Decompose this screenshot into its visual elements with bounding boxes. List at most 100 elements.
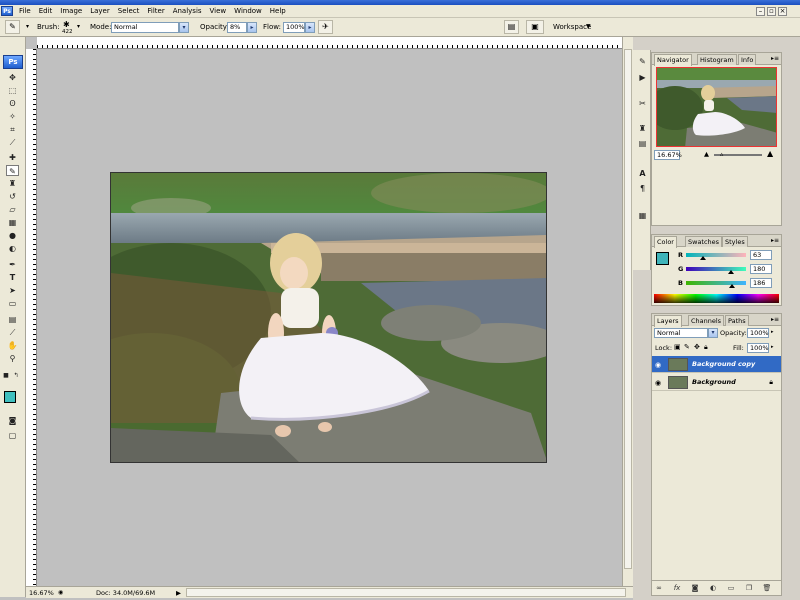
- minimize-icon[interactable]: –: [756, 7, 765, 16]
- red-slider-thumb[interactable]: [700, 256, 706, 260]
- status-options-icon[interactable]: ◉: [58, 588, 63, 598]
- horizontal-scrollbar[interactable]: [186, 588, 626, 597]
- zoom-tool-icon[interactable]: ⚲: [6, 353, 19, 364]
- gradient-tool-icon[interactable]: ▦: [6, 217, 19, 228]
- red-slider[interactable]: R 63: [678, 250, 778, 261]
- new-group-icon[interactable]: ▭: [726, 583, 736, 593]
- slice-tool-icon[interactable]: ⟋: [6, 137, 19, 148]
- layer-opacity-input[interactable]: 100%: [747, 328, 769, 338]
- tool-presets-dock-icon[interactable]: ▶: [636, 72, 649, 84]
- tab-histogram[interactable]: Histogram: [697, 54, 737, 65]
- history-brush-tool-icon[interactable]: ↺: [6, 191, 19, 202]
- bridge-icon[interactable]: ▣: [526, 20, 544, 34]
- color-ramp[interactable]: [654, 294, 779, 303]
- tab-swatches[interactable]: Swatches: [685, 236, 723, 247]
- menu-file[interactable]: File: [15, 5, 35, 18]
- layer-style-icon[interactable]: fx: [672, 583, 682, 593]
- visibility-eye-icon[interactable]: ◉: [655, 379, 661, 387]
- scroll-thumb[interactable]: [624, 49, 632, 569]
- lock-transparency-icon[interactable]: ▣: [674, 343, 681, 351]
- visibility-eye-icon[interactable]: ◉: [655, 361, 661, 369]
- actions-dock-icon[interactable]: ✂: [636, 98, 649, 110]
- blend-mode-dropdown-icon[interactable]: ▾: [708, 328, 718, 338]
- lock-all-icon[interactable]: 🔒︎: [704, 343, 708, 352]
- clone-source-dock-icon[interactable]: ♜: [636, 123, 649, 135]
- menu-select[interactable]: Select: [114, 5, 144, 18]
- healing-brush-tool-icon[interactable]: ✚: [6, 152, 19, 163]
- layer-row-background[interactable]: ◉ Background 🔒︎: [652, 374, 781, 391]
- path-selection-tool-icon[interactable]: ➤: [6, 285, 19, 296]
- history-dock-icon[interactable]: ▤: [636, 138, 649, 150]
- new-layer-icon[interactable]: ❐: [744, 583, 754, 593]
- red-gradient[interactable]: [686, 253, 746, 257]
- lock-image-icon[interactable]: ✎: [684, 343, 690, 351]
- workspace-dropdown-icon[interactable]: ▼: [586, 23, 591, 30]
- status-zoom[interactable]: 16.67%: [29, 588, 54, 598]
- menu-image[interactable]: Image: [56, 5, 86, 18]
- palette-well-icon[interactable]: ▤: [504, 20, 519, 34]
- flow-slider-icon[interactable]: ▸: [305, 22, 315, 33]
- swap-colors-icon[interactable]: ↰: [12, 370, 20, 381]
- brush-preset-icon[interactable]: ✎: [5, 20, 20, 34]
- navigator-zoom-input[interactable]: 16.67%: [654, 150, 682, 160]
- zoom-slider-thumb[interactable]: ▵: [720, 150, 723, 158]
- dodge-tool-icon[interactable]: ◐: [6, 243, 19, 254]
- close-icon[interactable]: ×: [778, 7, 787, 16]
- adjustment-layer-icon[interactable]: ◐: [708, 583, 718, 593]
- layer-mask-icon[interactable]: ◙: [690, 583, 700, 593]
- pen-tool-icon[interactable]: ✒: [6, 259, 19, 270]
- tab-paths[interactable]: Paths: [725, 315, 749, 326]
- restore-icon[interactable]: ▫: [767, 7, 776, 16]
- eraser-tool-icon[interactable]: ▱: [6, 204, 19, 215]
- layer-opacity-slider-icon[interactable]: ▸: [771, 329, 774, 335]
- panel-menu-icon[interactable]: ▸≡: [771, 237, 779, 244]
- character-dock-icon[interactable]: A: [636, 168, 649, 180]
- foreground-color-swatch[interactable]: [4, 391, 16, 403]
- layer-row-background-copy[interactable]: ◉ Background copy: [652, 356, 781, 373]
- tab-layers[interactable]: Layers: [654, 315, 682, 327]
- brush-tool-icon[interactable]: ✎: [6, 165, 19, 176]
- green-slider[interactable]: G 180: [678, 264, 778, 275]
- hand-tool-icon[interactable]: ✋: [6, 340, 19, 351]
- layer-comps-dock-icon[interactable]: ▦: [636, 210, 649, 222]
- status-menu-icon[interactable]: ▶: [176, 588, 181, 598]
- mode-dropdown-icon[interactable]: ▾: [179, 22, 189, 33]
- tab-info[interactable]: Info: [738, 54, 757, 65]
- panel-menu-icon[interactable]: ▸≡: [771, 316, 779, 323]
- paragraph-dock-icon[interactable]: ¶: [636, 183, 649, 195]
- panel-menu-icon[interactable]: ▸≡: [771, 55, 779, 62]
- blue-slider-thumb[interactable]: [729, 284, 735, 288]
- blue-gradient[interactable]: [686, 281, 746, 285]
- menu-view[interactable]: View: [206, 5, 231, 18]
- crop-tool-icon[interactable]: ⌗: [6, 124, 19, 135]
- eyedropper-tool-icon[interactable]: ⟋: [6, 327, 19, 338]
- delete-layer-icon[interactable]: 🗑︎: [762, 583, 772, 593]
- blur-tool-icon[interactable]: ●: [6, 230, 19, 241]
- opacity-slider-icon[interactable]: ▸: [247, 22, 257, 33]
- brush-dropdown-icon[interactable]: ▾: [77, 23, 80, 30]
- fill-slider-icon[interactable]: ▸: [771, 344, 774, 350]
- shape-tool-icon[interactable]: ▭: [6, 298, 19, 309]
- tab-color[interactable]: Color: [654, 236, 677, 248]
- zoom-in-icon[interactable]: ▲: [767, 149, 773, 158]
- quick-mask-icon[interactable]: ◙: [6, 415, 19, 426]
- blue-slider[interactable]: B 186: [678, 278, 778, 289]
- brush-tip-icon[interactable]: ✱: [63, 20, 70, 29]
- tab-navigator[interactable]: Navigator: [654, 54, 692, 66]
- lock-position-icon[interactable]: ✥: [694, 343, 700, 351]
- default-colors-icon[interactable]: ■: [2, 370, 10, 381]
- screen-mode-icon[interactable]: ▢: [6, 430, 19, 441]
- blue-value[interactable]: 186: [750, 278, 772, 288]
- mode-select[interactable]: Normal: [111, 22, 179, 33]
- lasso-tool-icon[interactable]: ʘ: [6, 98, 19, 109]
- dropdown-arrow-icon[interactable]: ▾: [26, 23, 29, 30]
- menu-help[interactable]: Help: [266, 5, 290, 18]
- red-value[interactable]: 63: [750, 250, 772, 260]
- document-image[interactable]: [110, 172, 547, 463]
- type-tool-icon[interactable]: T: [6, 272, 19, 283]
- clone-stamp-tool-icon[interactable]: ♜: [6, 178, 19, 189]
- tab-channels[interactable]: Channels: [688, 315, 725, 326]
- color-foreground-swatch[interactable]: [656, 252, 669, 265]
- vertical-scrollbar[interactable]: [622, 37, 633, 586]
- menu-analysis[interactable]: Analysis: [169, 5, 206, 18]
